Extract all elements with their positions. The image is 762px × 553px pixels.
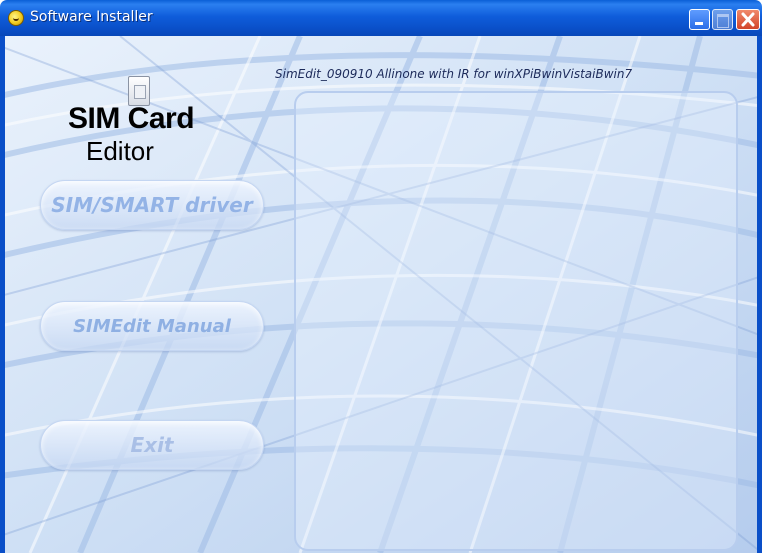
window-title: Software Installer [30,9,153,25]
maximize-button [712,9,733,30]
logo-title: SIM Card [68,102,195,135]
app-icon [8,10,24,26]
window-frame-right [757,36,762,553]
window-frame-left [0,36,5,553]
title-bar[interactable]: Software Installer [0,0,762,36]
info-panel [294,91,738,551]
client-area: SimEdit_090910 Allinone with IR for winX… [0,36,762,553]
exit-button[interactable]: Exit [40,420,264,470]
close-button[interactable] [736,9,760,30]
minimize-button[interactable] [689,9,710,30]
close-icon [741,12,755,27]
installer-window: Software Installer SimEdit_090910 Allino… [0,0,762,553]
sim-smart-driver-button[interactable]: SIM/SMART driver [40,180,264,230]
sim-card-editor-logo: SIM Card Editor [66,76,226,166]
simedit-manual-button[interactable]: SIMEdit Manual [40,301,264,351]
logo-subtitle: Editor [86,136,154,166]
version-label: SimEdit_090910 Allinone with IR for winX… [275,67,633,81]
